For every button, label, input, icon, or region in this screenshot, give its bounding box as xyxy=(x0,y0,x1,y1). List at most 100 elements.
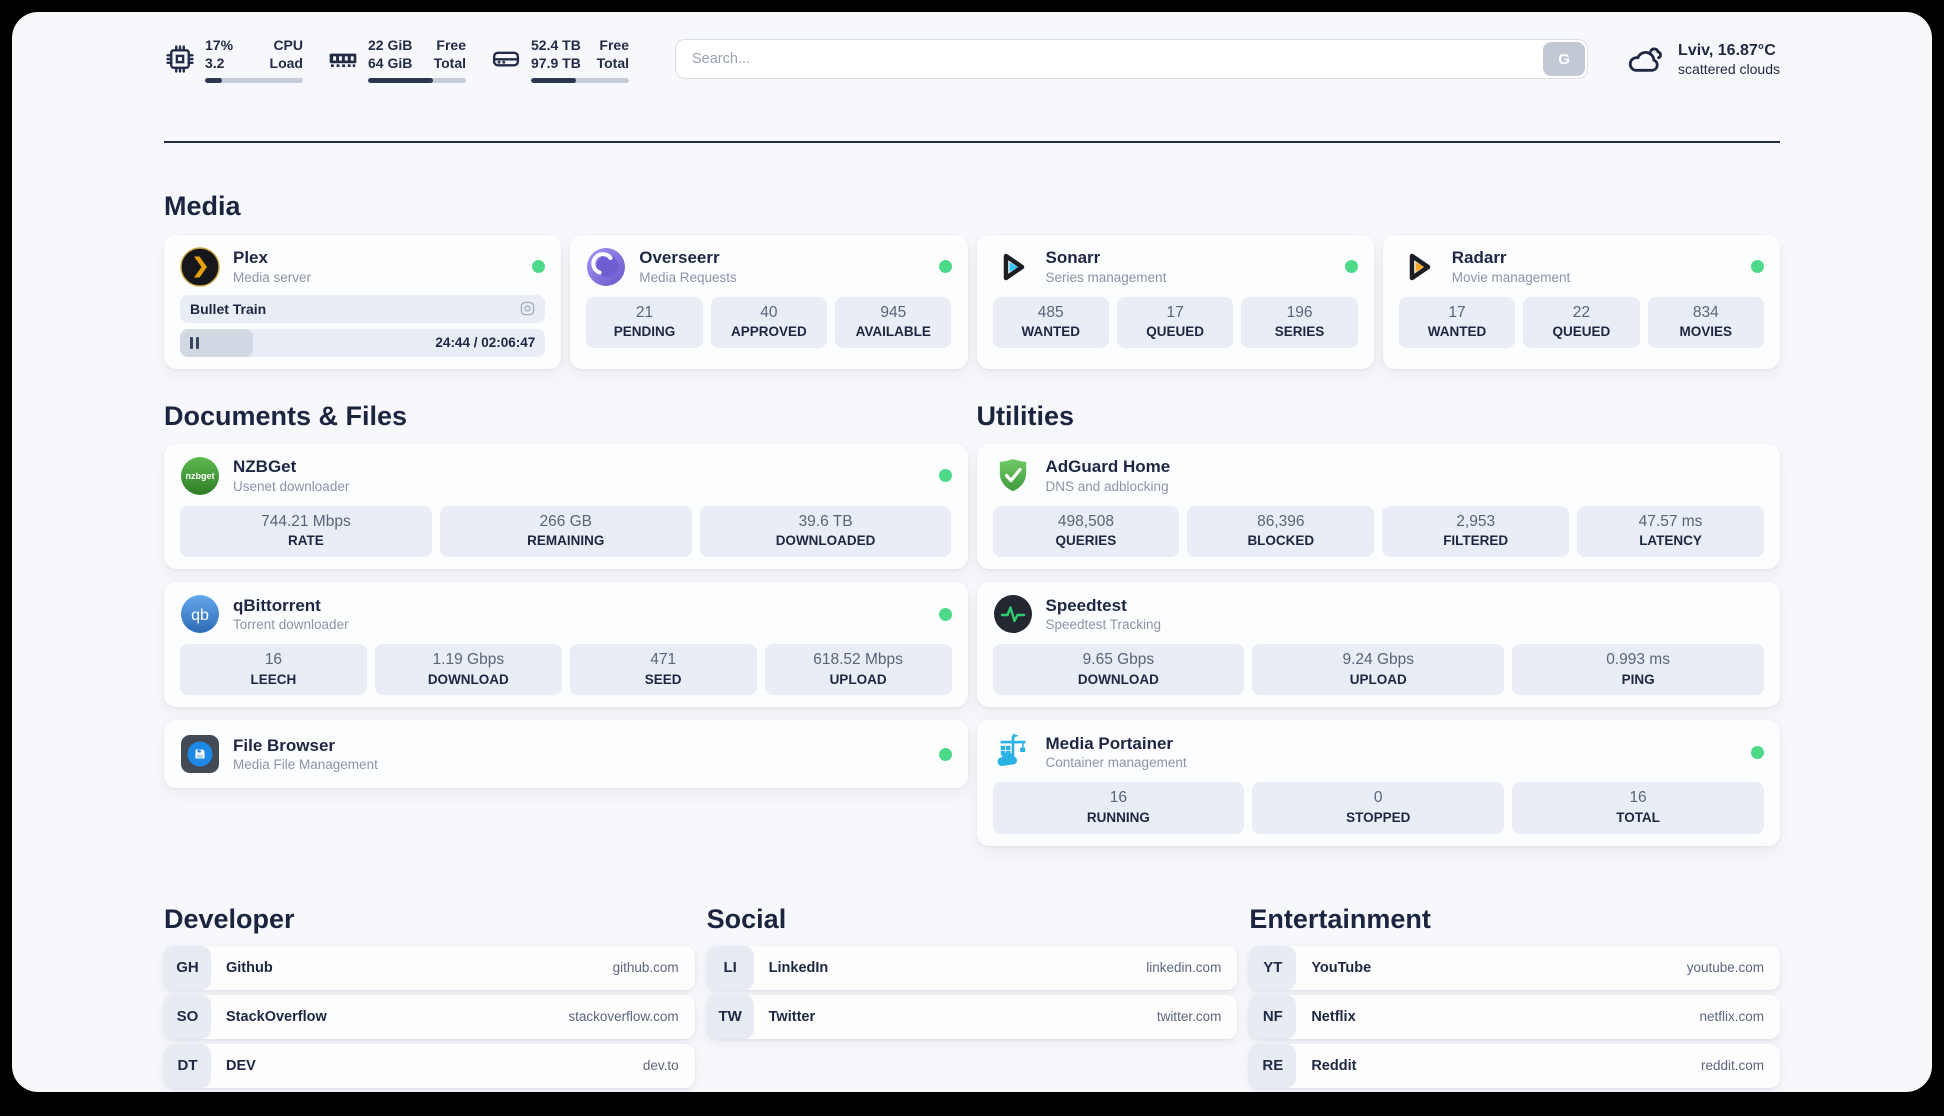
app-description: Media File Management xyxy=(233,757,378,773)
stat-wanted: 17 WANTED xyxy=(1398,296,1516,349)
overseerr-icon xyxy=(586,247,626,287)
app-name: Radarr xyxy=(1451,248,1507,268)
stackoverflow-badge: SO xyxy=(164,994,211,1039)
stat-pending: 21 PENDING xyxy=(586,296,703,349)
search-engine-button[interactable]: G xyxy=(1543,42,1586,77)
app-description: Media server xyxy=(233,269,312,285)
stat-total: 16 TOTAL xyxy=(1512,782,1764,834)
bookmark-stackoverflow[interactable]: SO StackOverflow stackoverflow.com xyxy=(164,994,695,1039)
bookmark-github[interactable]: GH Github github.com xyxy=(164,945,695,990)
bookmark-linkedin[interactable]: LI LinkedIn linkedin.com xyxy=(706,945,1238,990)
section-title-entertainment: Entertainment xyxy=(1249,903,1431,934)
memory-icon xyxy=(327,43,359,75)
system-stats: 17% 3.2 CPU Load 22 GiB 64 GiB Free Tota… xyxy=(164,36,629,83)
section-social: Social LI LinkedIn linkedin.com TW Twitt… xyxy=(706,903,1238,1092)
app-description: Container management xyxy=(1045,755,1187,771)
storage-labels: Free Total xyxy=(596,37,629,72)
app-name: AdGuard Home xyxy=(1045,457,1171,477)
stat-blocked: 86,396 BLOCKED xyxy=(1187,505,1375,558)
weather-location-temp: Lviv, 16.87°C xyxy=(1678,41,1776,59)
portainer-icon xyxy=(993,732,1033,772)
app-card-overseerr[interactable]: Overseerr Media Requests 21 PENDING 40 A… xyxy=(570,234,968,369)
sonarr-icon xyxy=(993,247,1033,287)
twitter-badge: TW xyxy=(706,994,754,1039)
stat-approved: 40 APPROVED xyxy=(710,296,828,349)
stat-wanted: 485 WANTED xyxy=(992,296,1109,349)
cpu-progress-bar xyxy=(205,77,303,83)
storage-progress-bar xyxy=(531,77,629,83)
bookmark-twitter[interactable]: TW Twitter twitter.com xyxy=(706,994,1238,1039)
svg-text:nzbget: nzbget xyxy=(186,471,215,481)
now-playing-row: Bullet Train xyxy=(180,294,546,323)
stat-upload: 618.52 Mbps UPLOAD xyxy=(764,644,952,696)
app-card-speedtest[interactable]: Speedtest Speedtest Tracking 9.65 Gbps D… xyxy=(976,582,1780,708)
stat-leech: 16 LEECH xyxy=(180,644,367,696)
app-card-nzbget[interactable]: nzbget NZBGet Usenet downloader 744.21 M… xyxy=(164,443,968,570)
app-card-adguard[interactable]: AdGuard Home DNS and adblocking 498,508 … xyxy=(976,443,1780,570)
playback-progress-row: 24:44 / 02:06:47 xyxy=(180,328,546,357)
header-divider xyxy=(164,140,1780,143)
app-name: Sonarr xyxy=(1045,248,1101,268)
section-title-social: Social xyxy=(706,903,787,934)
app-name: qBittorrent xyxy=(233,595,321,615)
weather-widget[interactable]: Lviv, 16.87°C scattered clouds xyxy=(1626,42,1780,77)
dashboard-page: 17% 3.2 CPU Load 22 GiB 64 GiB Free Tota… xyxy=(12,12,1932,1092)
section-title-documents: Documents & Files xyxy=(164,400,408,431)
status-dot-online xyxy=(938,469,952,483)
app-name: Speedtest xyxy=(1045,595,1127,615)
netflix-badge: NF xyxy=(1249,994,1297,1039)
stat-available: 945 AVAILABLE xyxy=(835,296,952,349)
app-name: File Browser xyxy=(233,735,336,755)
bookmark-dev[interactable]: DT DEV dev.to xyxy=(164,1043,695,1088)
cpu-icon xyxy=(164,43,196,75)
svg-text:qb: qb xyxy=(191,607,209,624)
app-description: Movie management xyxy=(1451,269,1571,285)
bookmark-netflix[interactable]: NF Netflix netflix.com xyxy=(1249,994,1780,1039)
section-developer: Developer GH Github github.com SO StackO… xyxy=(164,905,695,1092)
memory-labels: Free Total xyxy=(433,37,466,72)
memory-stat: 22 GiB 64 GiB Free Total xyxy=(327,36,466,83)
plex-icon xyxy=(180,247,220,287)
hard-drive-icon xyxy=(490,43,522,75)
stat-running: 16 RUNNING xyxy=(992,782,1245,834)
cloud-icon xyxy=(1626,43,1666,75)
app-description: Media Requests xyxy=(639,269,737,285)
dev-badge: DT xyxy=(164,1043,211,1088)
bookmark-youtube[interactable]: YT YouTube youtube.com xyxy=(1249,945,1780,990)
app-card-portainer[interactable]: Media Portainer Container management 16 … xyxy=(976,720,1780,846)
stat-queued: 22 QUEUED xyxy=(1523,296,1640,349)
reddit-badge: RE xyxy=(1249,1043,1297,1088)
search-input[interactable] xyxy=(675,39,1589,80)
memory-progress-bar xyxy=(368,77,466,83)
youtube-badge: YT xyxy=(1249,945,1297,990)
media-disc-icon[interactable] xyxy=(520,301,535,316)
section-documents: Documents & Files nzbget NZBGet Usenet d… xyxy=(164,369,968,846)
cpu-labels: CPU Load xyxy=(269,37,303,72)
stat-remaining: 266 GB REMAINING xyxy=(439,505,692,558)
stat-stopped: 0 STOPPED xyxy=(1252,782,1505,834)
app-card-sonarr[interactable]: Sonarr Series management 485 WANTED 17 Q… xyxy=(976,234,1374,369)
bookmark-reddit[interactable]: RE Reddit reddit.com xyxy=(1249,1043,1780,1088)
stat-download: 9.65 Gbps DOWNLOAD xyxy=(992,644,1245,696)
cpu-values: 17% 3.2 xyxy=(205,37,234,72)
app-description: Usenet downloader xyxy=(233,478,350,494)
app-name: Media Portainer xyxy=(1045,733,1174,753)
app-card-radarr[interactable]: Radarr Movie management 17 WANTED 22 QUE… xyxy=(1382,234,1780,369)
app-name: Plex xyxy=(233,248,268,268)
section-title-utilities: Utilities xyxy=(976,400,1075,431)
stat-rate: 744.21 Mbps RATE xyxy=(180,505,432,558)
filebrowser-icon xyxy=(180,734,220,774)
cpu-stat: 17% 3.2 CPU Load xyxy=(164,36,303,83)
app-description: Speedtest Tracking xyxy=(1045,616,1162,632)
app-card-plex[interactable]: Plex Media server Bullet Train 24:44 / 0… xyxy=(164,234,562,369)
stat-seed: 471 SEED xyxy=(569,644,757,696)
status-dot-online xyxy=(1751,260,1764,274)
pause-button[interactable] xyxy=(190,336,199,349)
playback-time: 24:44 / 02:06:47 xyxy=(435,335,536,351)
speedtest-icon xyxy=(993,594,1033,634)
status-dot-online xyxy=(1751,745,1764,759)
app-card-qbittorrent[interactable]: qb qBittorrent Torrent downloader 16 LEE… xyxy=(164,582,968,708)
app-description: Series management xyxy=(1045,269,1167,285)
app-card-filebrowser[interactable]: File Browser Media File Management xyxy=(164,720,968,789)
stat-queries: 498,508 QUERIES xyxy=(992,505,1180,558)
